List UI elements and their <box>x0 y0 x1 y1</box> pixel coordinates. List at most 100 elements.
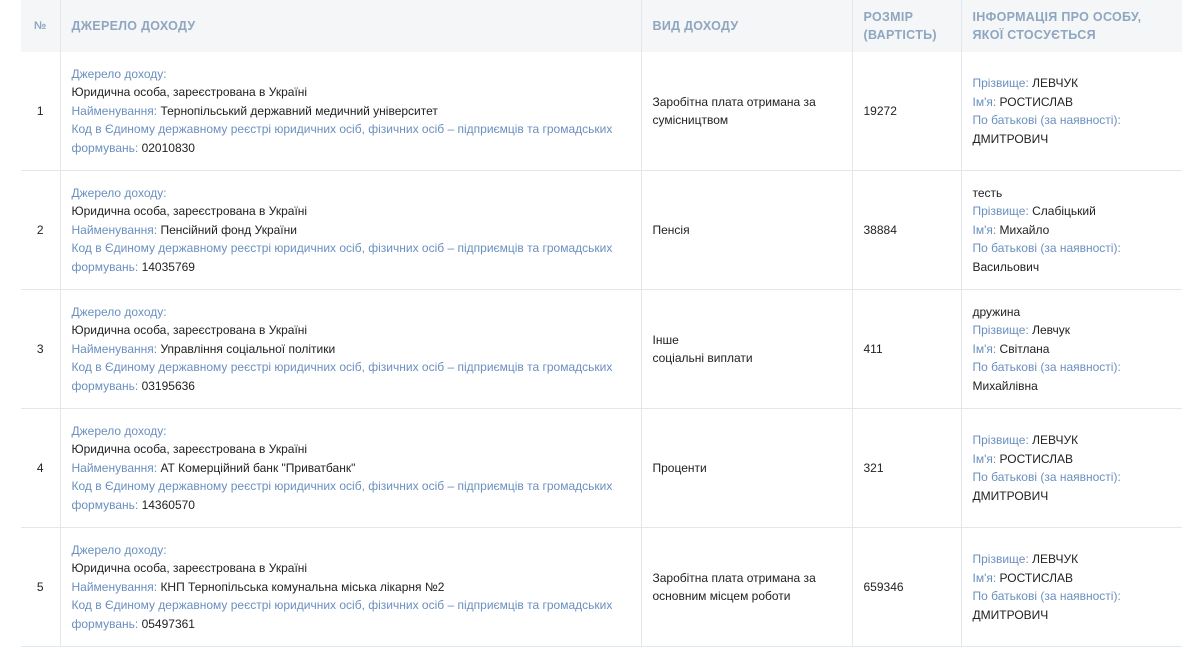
amount-cell: 321 <box>852 408 962 528</box>
income-type-line1: Інше <box>652 332 679 347</box>
patronymic: Васильович <box>972 259 1040 274</box>
name-label: Найменування: <box>71 460 161 475</box>
header-size-line1: РОЗМІР <box>863 10 914 24</box>
header-source: ДЖЕРЕЛО ДОХОДУ <box>60 0 642 52</box>
code-label-line2: формувань: <box>71 259 142 274</box>
first-name-label: Ім'я: <box>972 94 1000 109</box>
income-type-cell: Пенсія <box>641 170 853 290</box>
income-source-cell: Джерело доходу: Юридична особа, зареєстр… <box>60 408 642 528</box>
patronymic: ДМИТРОВИЧ <box>972 607 1049 622</box>
row-number-text: 4 <box>36 460 44 475</box>
first-name: РОСТИСЛАВ <box>999 94 1073 109</box>
source-code: 03195636 <box>141 378 195 393</box>
header-type: ВИД ДОХОДУ <box>641 0 853 52</box>
row-number: 3 <box>21 289 61 409</box>
first-name-label: Ім'я: <box>972 222 1000 237</box>
person-info-cell: Прізвище: ЛЕВЧУК Ім'я: РОСТИСЛАВ По бать… <box>961 408 1182 528</box>
income-source-cell: Джерело доходу: Юридична особа, зареєстр… <box>60 527 642 647</box>
income-type-line1: Заробітна плата отримана за <box>652 570 816 585</box>
patronymic-label: По батькові (за наявності): <box>972 470 1121 484</box>
amount-cell: 659346 <box>852 527 962 647</box>
code-label-line2: формувань: <box>71 497 142 512</box>
first-name: РОСТИСЛАВ <box>999 451 1073 466</box>
person-info-cell: тесть Прізвище: Слабіцький Ім'я: Михайло… <box>961 170 1182 290</box>
first-name-label: Ім'я: <box>972 341 1000 356</box>
amount-cell: 19272 <box>852 52 962 171</box>
name-label: Найменування: <box>71 341 161 356</box>
surname-label: Прізвище: <box>972 552 1033 566</box>
header-size-line2: (ВАРТІСТЬ) <box>863 28 937 42</box>
surname-label: Прізвище: <box>972 323 1033 338</box>
relation: дружина <box>972 304 1021 319</box>
income-table-wrapper: № ДЖЕРЕЛО ДОХОДУ ВИД ДОХОДУ РОЗМІР (ВАРТ… <box>21 0 1182 647</box>
row-number-text: 5 <box>36 579 44 594</box>
code-label-line1: Код в Єдиному державному реєстрі юридичн… <box>71 122 613 137</box>
source-kind: Юридична особа, зареєстрована в Україні <box>71 323 308 338</box>
income-type-cell: Заробітна плата отримана за основним міс… <box>641 527 853 647</box>
source-kind: Юридична особа, зареєстрована в Україні <box>71 85 308 100</box>
amount-cell: 38884 <box>852 170 962 290</box>
header-info-line1: ІНФОРМАЦІЯ ПРО ОСОБУ, <box>972 10 1142 24</box>
person-info-cell: дружина Прізвище: Левчук Ім'я: Світлана … <box>961 289 1182 409</box>
table-row: 1 Джерело доходу: Юридична особа, зареєс… <box>21 52 1182 171</box>
patronymic: Михайлівна <box>972 378 1038 393</box>
source-heading-label: Джерело доходу: <box>71 542 167 557</box>
code-label-line2: формувань: <box>71 616 142 631</box>
income-type-line1: Пенсія <box>652 222 690 237</box>
first-name: Михайло <box>999 222 1050 237</box>
table-row: 3 Джерело доходу: Юридична особа, зареєс… <box>21 289 1182 409</box>
first-name: РОСТИСЛАВ <box>999 570 1073 585</box>
patronymic-label: По батькові (за наявності): <box>972 241 1121 256</box>
table-header-row: № ДЖЕРЕЛО ДОХОДУ ВИД ДОХОДУ РОЗМІР (ВАРТ… <box>21 0 1182 52</box>
name-label: Найменування: <box>71 222 161 237</box>
header-num: № <box>21 0 61 52</box>
surname: ЛЕВЧУК <box>1032 433 1079 447</box>
source-code: 05497361 <box>141 616 195 631</box>
surname: Слабіцький <box>1032 204 1096 219</box>
code-label-line1: Код в Єдиному державному реєстрі юридичн… <box>71 598 613 613</box>
row-number-text: 3 <box>36 341 44 356</box>
name-label: Найменування: <box>71 579 161 594</box>
income-type-line2: сумісництвом <box>652 113 729 127</box>
source-name: Управління соціальної політики <box>160 341 336 356</box>
code-label-line1: Код в Єдиному державному реєстрі юридичн… <box>71 241 613 256</box>
row-number: 1 <box>21 52 61 171</box>
source-name: Пенсійний фонд України <box>160 222 297 237</box>
income-type-line2: соціальні виплати <box>652 351 753 365</box>
income-type-line1: Проценти <box>652 460 707 475</box>
code-label-line1: Код в Єдиному державному реєстрі юридичн… <box>71 360 613 375</box>
income-source-cell: Джерело доходу: Юридична особа, зареєстр… <box>60 52 642 171</box>
first-name-label: Ім'я: <box>972 451 1000 466</box>
income-type-cell: Заробітна плата отримана за сумісництвом <box>641 52 853 171</box>
source-kind: Юридична особа, зареєстрована в Україні <box>71 204 308 219</box>
income-source-cell: Джерело доходу: Юридична особа, зареєстр… <box>60 289 642 409</box>
source-name: АТ Комерційний банк "Приватбанк" <box>160 460 356 475</box>
income-source-cell: Джерело доходу: Юридична особа, зареєстр… <box>60 170 642 290</box>
first-name-label: Ім'я: <box>972 570 1000 585</box>
income-type-line1: Заробітна плата отримана за <box>652 94 816 109</box>
source-kind: Юридична особа, зареєстрована в Україні <box>71 561 308 576</box>
income-table: № ДЖЕРЕЛО ДОХОДУ ВИД ДОХОДУ РОЗМІР (ВАРТ… <box>21 0 1182 647</box>
surname-label: Прізвище: <box>972 204 1033 219</box>
header-info-line2: ЯКОЇ СТОСУЄТЬСЯ <box>972 28 1096 42</box>
source-heading-label: Джерело доходу: <box>71 66 167 81</box>
amount: 659346 <box>863 579 904 594</box>
income-type-cell: Проценти <box>641 408 853 528</box>
row-number-text: 2 <box>36 222 44 237</box>
source-code: 02010830 <box>141 140 195 155</box>
row-number-text: 1 <box>36 103 44 118</box>
first-name: Світлана <box>999 341 1050 356</box>
surname: ЛЕВЧУК <box>1032 552 1079 566</box>
code-label-line1: Код в Єдиному державному реєстрі юридичн… <box>71 479 613 494</box>
source-heading-label: Джерело доходу: <box>71 423 167 438</box>
source-code: 14360570 <box>141 497 195 512</box>
source-name: Тернопільський державний медичний універ… <box>160 103 438 118</box>
patronymic: ДМИТРОВИЧ <box>972 488 1049 503</box>
source-heading-label: Джерело доходу: <box>71 304 167 319</box>
patronymic: ДМИТРОВИЧ <box>972 131 1049 146</box>
source-code: 14035769 <box>141 259 195 274</box>
person-info-cell: Прізвище: ЛЕВЧУК Ім'я: РОСТИСЛАВ По бать… <box>961 52 1182 171</box>
code-label-line2: формувань: <box>71 378 142 393</box>
table-row: 4 Джерело доходу: Юридична особа, зареєс… <box>21 408 1182 528</box>
amount: 321 <box>863 460 884 475</box>
